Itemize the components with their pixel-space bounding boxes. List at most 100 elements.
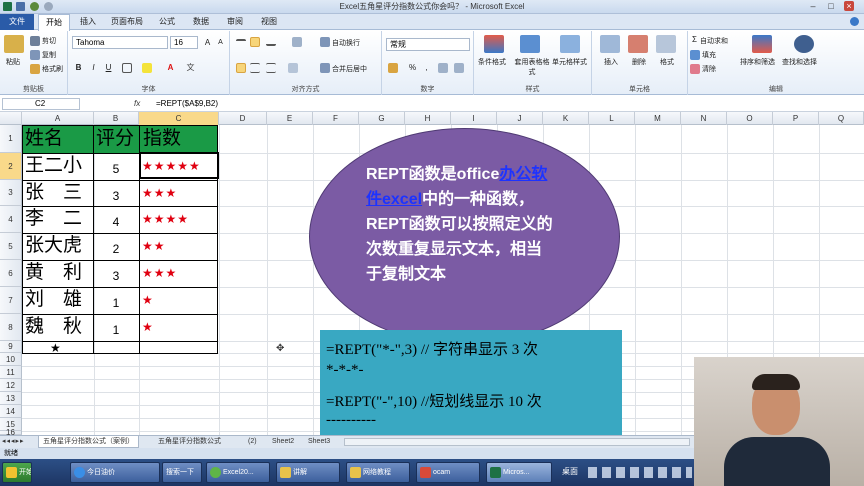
- paste-label[interactable]: 粘贴: [6, 57, 20, 67]
- horizontal-scrollbar[interactable]: [344, 438, 690, 446]
- cell-score[interactable]: 5: [93, 162, 139, 176]
- column-header[interactable]: G: [359, 112, 405, 125]
- maximize-icon[interactable]: □: [826, 1, 836, 11]
- help-icon[interactable]: [850, 17, 859, 26]
- cell-score[interactable]: 2: [93, 242, 139, 256]
- tab-insert[interactable]: 插入: [72, 14, 104, 30]
- column-header[interactable]: C: [139, 112, 219, 125]
- merge-center-button[interactable]: 合并后居中: [332, 64, 367, 74]
- decrease-decimal-icon[interactable]: [454, 63, 464, 73]
- cell-name[interactable]: 李 二: [25, 207, 82, 231]
- row-header[interactable]: 4: [0, 206, 22, 233]
- cell-score[interactable]: 1: [93, 296, 139, 310]
- row-header[interactable]: 13: [0, 392, 22, 405]
- close-icon[interactable]: ×: [844, 1, 854, 11]
- cell-name[interactable]: 魏 秋: [25, 315, 82, 339]
- find-select-icon[interactable]: [794, 35, 814, 53]
- percent-button[interactable]: %: [406, 61, 419, 74]
- sheet-tab-case[interactable]: 五角星评分指数公式（案例）: [38, 436, 139, 448]
- orientation-icon[interactable]: [292, 37, 302, 47]
- tab-page-layout[interactable]: 页面布局: [106, 14, 148, 30]
- autosum-button[interactable]: 自动求和: [700, 36, 728, 46]
- row-header[interactable]: 12: [0, 379, 22, 392]
- header-name[interactable]: 姓名: [25, 127, 63, 151]
- currency-icon[interactable]: [388, 63, 398, 73]
- format-as-table-button[interactable]: 套用表格格式: [512, 57, 552, 77]
- tab-view[interactable]: 视图: [254, 14, 284, 30]
- wrap-text-button[interactable]: 自动换行: [332, 38, 360, 48]
- fx-icon[interactable]: fx: [134, 99, 140, 108]
- column-header[interactable]: A: [22, 112, 94, 125]
- grow-font-icon[interactable]: A: [201, 36, 214, 49]
- cell-stars[interactable]: ★: [142, 320, 154, 334]
- align-right-icon[interactable]: [266, 63, 276, 73]
- row-header[interactable]: 5: [0, 233, 22, 260]
- taskbar-item-explain[interactable]: 讲解: [276, 462, 340, 483]
- column-header[interactable]: N: [681, 112, 727, 125]
- row-header[interactable]: 6: [0, 260, 22, 287]
- column-header[interactable]: L: [589, 112, 635, 125]
- cell-styles-button[interactable]: 单元格样式: [552, 57, 587, 67]
- clear-button[interactable]: 清除: [702, 64, 716, 74]
- tab-file[interactable]: 文件: [0, 14, 34, 30]
- column-header[interactable]: P: [773, 112, 819, 125]
- underline-button[interactable]: U: [102, 61, 115, 74]
- sort-filter-icon[interactable]: [752, 35, 772, 53]
- indent-icon[interactable]: [288, 63, 298, 73]
- tray-icons[interactable]: [588, 467, 692, 478]
- cell-stars[interactable]: ★★★★★: [142, 159, 201, 173]
- taskbar-item-ocam[interactable]: ocam: [416, 462, 480, 483]
- cell-stars[interactable]: ★: [142, 293, 154, 307]
- tab-home[interactable]: 开始: [38, 14, 70, 31]
- shrink-font-icon[interactable]: A: [214, 36, 227, 49]
- sort-filter-button[interactable]: 排序和筛选: [740, 57, 775, 67]
- delete-cells-button[interactable]: 删除: [632, 57, 646, 67]
- align-center-icon[interactable]: [250, 63, 260, 73]
- tab-data[interactable]: 数据: [186, 14, 216, 30]
- taskbar-item-excel-video[interactable]: Excel20...: [206, 462, 270, 483]
- border-icon[interactable]: [122, 63, 132, 73]
- row-header[interactable]: 9: [0, 341, 22, 353]
- column-header[interactable]: K: [543, 112, 589, 125]
- format-as-table-icon[interactable]: [520, 35, 540, 53]
- row-header[interactable]: 8: [0, 314, 22, 341]
- office-software-link[interactable]: 办公软: [499, 166, 547, 183]
- formula-input[interactable]: =REPT($A$9,B2): [156, 98, 218, 110]
- row-header[interactable]: 11: [0, 366, 22, 379]
- cell-stars[interactable]: ★★: [142, 239, 166, 253]
- row-header[interactable]: 2: [0, 153, 22, 180]
- font-size-select[interactable]: 16: [170, 36, 198, 49]
- sheet-tab-formula-2[interactable]: (2): [244, 436, 261, 448]
- insert-cells-icon[interactable]: [600, 35, 620, 53]
- copy-button[interactable]: 复制: [42, 50, 56, 60]
- cell-styles-icon[interactable]: [560, 35, 580, 53]
- cell-stars[interactable]: ★★★: [142, 186, 177, 200]
- taskbar-item-tutorial[interactable]: 网络教程: [346, 462, 410, 483]
- comma-button[interactable]: ,: [420, 61, 433, 74]
- taskbar-item-excel[interactable]: Micros...: [486, 462, 552, 483]
- taskbar-item-search[interactable]: 搜索一下: [162, 462, 202, 483]
- insert-cells-button[interactable]: 插入: [604, 57, 618, 67]
- italic-button[interactable]: I: [87, 61, 100, 74]
- cell-name[interactable]: 刘 雄: [25, 288, 82, 312]
- cell-name[interactable]: 张大虎: [25, 234, 82, 258]
- font-color-icon[interactable]: A: [164, 61, 177, 74]
- phonetic-icon[interactable]: 文: [184, 61, 197, 74]
- paste-icon[interactable]: [4, 35, 24, 53]
- sheet-tab-formula[interactable]: 五角星评分指数公式: [154, 436, 225, 448]
- cell-name[interactable]: 张 三: [25, 181, 82, 205]
- excel-link[interactable]: 件excel: [366, 191, 422, 208]
- column-header[interactable]: E: [267, 112, 313, 125]
- column-header[interactable]: H: [405, 112, 451, 125]
- header-index[interactable]: 指数: [143, 127, 181, 151]
- tab-formulas[interactable]: 公式: [152, 14, 182, 30]
- conditional-format-button[interactable]: 条件格式: [478, 57, 506, 67]
- column-header[interactable]: O: [727, 112, 773, 125]
- taskbar-item-oil-price[interactable]: 今日油价: [70, 462, 160, 483]
- row-header[interactable]: 1: [0, 125, 22, 153]
- column-header[interactable]: I: [451, 112, 497, 125]
- align-bottom-icon[interactable]: [266, 39, 276, 46]
- row-header[interactable]: 7: [0, 287, 22, 314]
- star-cell-a9[interactable]: ★: [50, 341, 61, 355]
- column-header[interactable]: J: [497, 112, 543, 125]
